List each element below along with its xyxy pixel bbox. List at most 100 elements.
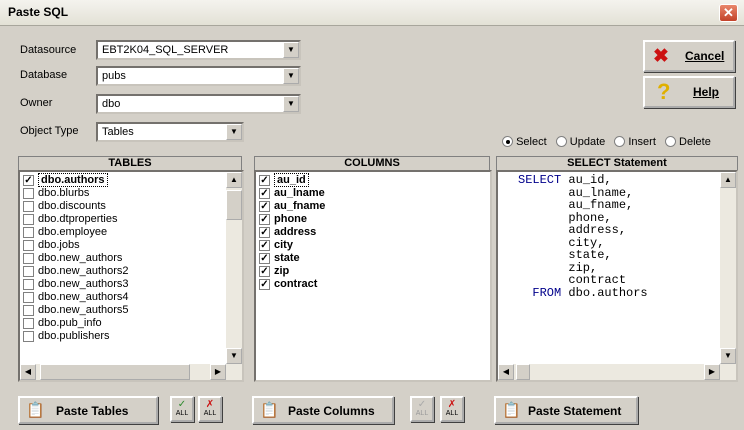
sql-keyword: FROM xyxy=(518,285,562,300)
checkbox[interactable] xyxy=(23,318,34,329)
chevron-down-icon[interactable]: ▼ xyxy=(283,68,299,84)
column-list-item[interactable]: ✓ address xyxy=(256,226,490,239)
checkbox[interactable] xyxy=(23,253,34,264)
scroll-up-icon[interactable]: ▲ xyxy=(720,172,736,188)
scroll-right-icon[interactable]: ▶ xyxy=(210,364,226,380)
help-question-icon: ? xyxy=(657,79,671,104)
checkbox[interactable]: ✓ xyxy=(259,227,270,238)
checkbox[interactable]: ✓ xyxy=(259,240,270,251)
item-label: dbo.discounts xyxy=(38,200,106,212)
table-list-item[interactable]: dbo.discounts xyxy=(20,200,226,213)
help-label: Help xyxy=(693,85,720,99)
columns-list[interactable]: ✓ au_id ✓ au_lname ✓ au_fname ✓ phone ✓ address ✓ c… xyxy=(254,170,492,382)
table-list-item[interactable]: dbo.dtproperties xyxy=(20,213,226,226)
owner-select[interactable]: dbo ▼ xyxy=(96,94,301,114)
checkbox[interactable] xyxy=(23,292,34,303)
paste-statement-button[interactable]: 📋 Paste Statement xyxy=(494,396,638,424)
scroll-down-icon[interactable]: ▼ xyxy=(720,348,736,364)
scroll-thumb[interactable] xyxy=(516,364,530,380)
table-list-item[interactable]: dbo.blurbs xyxy=(20,187,226,200)
checkbox[interactable] xyxy=(23,227,34,238)
tables-list[interactable]: ✓ dbo.authors dbo.blurbs dbo.discounts dbo.d… xyxy=(18,170,244,382)
radio-delete-label: Delete xyxy=(679,136,711,148)
cancel-label: Cancel xyxy=(685,49,725,63)
checkbox[interactable] xyxy=(23,305,34,316)
checkbox[interactable] xyxy=(23,266,34,277)
table-list-item[interactable]: ✓ dbo.authors xyxy=(20,173,226,187)
paste-tables-button[interactable]: 📋 Paste Tables xyxy=(18,396,158,424)
checkbox[interactable]: ✓ xyxy=(259,266,270,277)
checkbox[interactable] xyxy=(23,201,34,212)
checkbox[interactable] xyxy=(23,279,34,290)
statement-vscrollbar[interactable]: ▲ ▼ xyxy=(720,172,736,364)
table-list-item[interactable]: dbo.publishers xyxy=(20,330,226,343)
item-label: dbo.new_authors5 xyxy=(38,304,129,316)
scroll-down-icon[interactable]: ▼ xyxy=(226,348,242,364)
help-button[interactable]: ? Help xyxy=(643,76,735,108)
item-label: dbo.new_authors3 xyxy=(38,278,129,290)
checkbox[interactable] xyxy=(23,331,34,342)
scroll-left-icon[interactable]: ◀ xyxy=(498,364,514,380)
statement-editor[interactable]: SELECT au_id, au_lname, au_fname, phone,… xyxy=(496,170,738,382)
table-list-item[interactable]: dbo.new_authors2 xyxy=(20,265,226,278)
uncheck-all-icon: ✗ xyxy=(205,399,215,410)
column-list-item[interactable]: ✓ city xyxy=(256,239,490,252)
tables-vscrollbar[interactable]: ▲ ▼ xyxy=(226,172,242,364)
column-list-item[interactable]: ✓ state xyxy=(256,252,490,265)
sql-text-segment: dbo.authors xyxy=(561,285,648,300)
item-label: au_lname xyxy=(274,187,325,199)
chevron-down-icon[interactable]: ▼ xyxy=(226,124,242,140)
checkbox[interactable] xyxy=(23,214,34,225)
checkbox[interactable]: ✓ xyxy=(259,188,270,199)
chevron-down-icon[interactable]: ▼ xyxy=(283,42,299,58)
column-list-item[interactable]: ✓ au_id xyxy=(256,173,490,187)
checkbox[interactable]: ✓ xyxy=(259,253,270,264)
scroll-thumb[interactable] xyxy=(40,364,190,380)
chevron-down-icon[interactable]: ▼ xyxy=(283,96,299,112)
checkbox[interactable]: ✓ xyxy=(259,279,270,290)
tables-hscrollbar[interactable]: ◀ ▶ xyxy=(20,364,242,380)
clipboard-icon: 📋 xyxy=(502,402,521,419)
checkbox[interactable]: ✓ xyxy=(259,201,270,212)
paste-columns-button[interactable]: 📋 Paste Columns xyxy=(252,396,394,424)
table-list-item[interactable]: dbo.jobs xyxy=(20,239,226,252)
item-label: dbo.publishers xyxy=(38,330,110,342)
table-list-item[interactable]: dbo.new_authors3 xyxy=(20,278,226,291)
checkbox[interactable] xyxy=(23,188,34,199)
radio-select[interactable]: Select xyxy=(502,136,547,148)
radio-update[interactable]: Update xyxy=(555,136,605,148)
scroll-up-icon[interactable]: ▲ xyxy=(226,172,242,188)
object-type-select[interactable]: Tables ▼ xyxy=(96,122,244,142)
database-select[interactable]: pubs ▼ xyxy=(96,66,301,86)
column-list-item[interactable]: ✓ au_lname xyxy=(256,187,490,200)
column-list-item[interactable]: ✓ zip xyxy=(256,265,490,278)
check-all-columns-button[interactable]: ✓ ALL xyxy=(410,396,434,422)
uncheck-all-columns-button[interactable]: ✗ ALL xyxy=(440,396,464,422)
statement-hscrollbar[interactable]: ◀ ▶ xyxy=(498,364,736,380)
table-list-item[interactable]: dbo.new_authors4 xyxy=(20,291,226,304)
all-label: ALL xyxy=(203,410,217,417)
column-list-item[interactable]: ✓ phone xyxy=(256,213,490,226)
column-list-item[interactable]: ✓ au_fname xyxy=(256,200,490,213)
scroll-thumb[interactable] xyxy=(226,190,242,220)
radio-delete[interactable]: Delete xyxy=(664,136,711,148)
table-list-item[interactable]: dbo.new_authors xyxy=(20,252,226,265)
scroll-left-icon[interactable]: ◀ xyxy=(20,364,36,380)
checkbox[interactable]: ✓ xyxy=(23,175,34,186)
table-list-item[interactable]: dbo.new_authors5 xyxy=(20,304,226,317)
checkbox[interactable]: ✓ xyxy=(259,175,270,186)
checkbox[interactable]: ✓ xyxy=(259,214,270,225)
close-icon[interactable]: ✕ xyxy=(719,4,738,22)
cancel-button[interactable]: ✖ Cancel xyxy=(643,40,735,72)
datasource-select[interactable]: EBT2K04_SQL_SERVER ▼ xyxy=(96,40,301,60)
item-label: dbo.dtproperties xyxy=(38,213,118,225)
check-all-tables-button[interactable]: ✓ ALL xyxy=(170,396,194,422)
column-list-item[interactable]: ✓ contract xyxy=(256,278,490,291)
table-list-item[interactable]: dbo.pub_info xyxy=(20,317,226,330)
radio-insert[interactable]: Insert xyxy=(614,136,656,148)
table-list-item[interactable]: dbo.employee xyxy=(20,226,226,239)
all-label: ALL xyxy=(175,410,189,417)
checkbox[interactable] xyxy=(23,240,34,251)
uncheck-all-tables-button[interactable]: ✗ ALL xyxy=(198,396,222,422)
scroll-right-icon[interactable]: ▶ xyxy=(704,364,720,380)
